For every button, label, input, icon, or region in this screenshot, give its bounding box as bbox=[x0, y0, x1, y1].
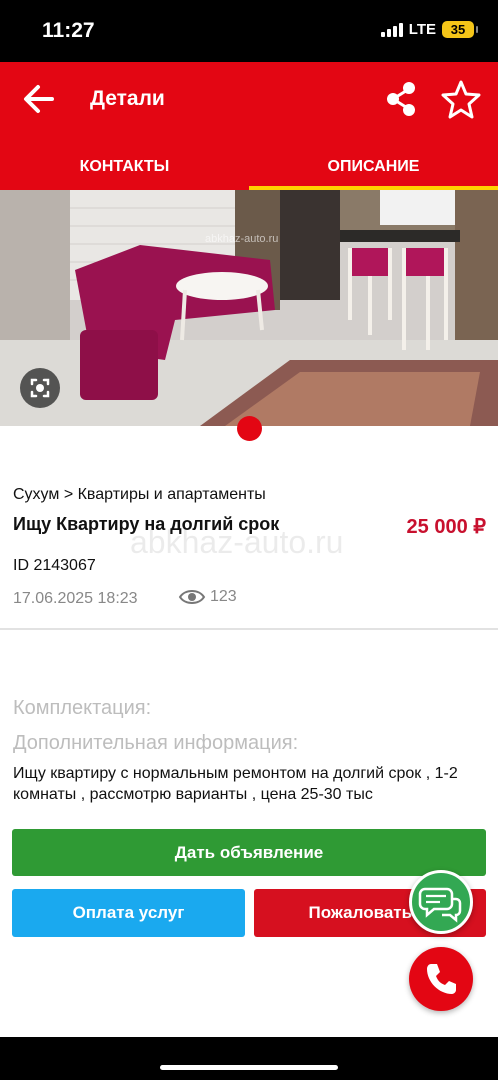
gallery-page-dot[interactable] bbox=[237, 416, 262, 441]
listing-id: ID 2143067 bbox=[13, 557, 96, 574]
bottom-system-bar bbox=[0, 1037, 498, 1080]
share-icon bbox=[387, 82, 415, 116]
listing-title: Ищу Квартиру на долгий срок bbox=[13, 514, 280, 534]
call-button[interactable] bbox=[409, 947, 473, 1011]
listing-photo[interactable]: abkhaz-auto.ru bbox=[0, 190, 498, 426]
listing-price: 25 000 ₽ bbox=[406, 516, 486, 538]
section-divider bbox=[0, 628, 498, 630]
status-bar: 11:27 LTE 35 bbox=[0, 0, 498, 62]
favorite-button[interactable] bbox=[440, 78, 482, 120]
phone-icon bbox=[427, 964, 456, 994]
post-ad-button[interactable]: Дать объявление bbox=[12, 829, 486, 876]
status-indicators: LTE 35 bbox=[380, 21, 478, 38]
views-counter: 123 bbox=[178, 588, 237, 606]
battery-icon: 35 bbox=[442, 21, 478, 38]
home-indicator[interactable] bbox=[160, 1065, 338, 1070]
equipment-label: Комплектация: bbox=[13, 697, 152, 719]
photo-watermark: abkhaz-auto.ru bbox=[205, 233, 278, 245]
views-count: 123 bbox=[210, 588, 237, 605]
image-search-button[interactable] bbox=[20, 368, 60, 408]
pay-services-button[interactable]: Оплата услуг bbox=[12, 889, 245, 937]
listing-date: 17.06.2025 18:23 bbox=[13, 590, 138, 607]
breadcrumb[interactable]: Сухум > Квартиры и апартаменты bbox=[13, 486, 266, 504]
listing-details-screen: 11:27 LTE 35 Детали КОНТАКТЫ ОПИСАНИЕ ab… bbox=[0, 0, 498, 1080]
status-time: 11:27 bbox=[42, 19, 95, 42]
arrow-left-icon bbox=[24, 85, 54, 113]
apartment-photo: abkhaz-auto.ru bbox=[0, 190, 498, 426]
tab-contacts[interactable]: КОНТАКТЫ bbox=[0, 144, 249, 190]
chat-bubbles-icon bbox=[418, 887, 462, 923]
star-outline-icon bbox=[441, 80, 481, 119]
share-button[interactable] bbox=[384, 80, 418, 118]
chat-button[interactable] bbox=[409, 870, 473, 934]
extra-info-label: Дополнительная информация: bbox=[13, 732, 299, 754]
image-search-icon bbox=[30, 378, 50, 398]
signal-icon bbox=[380, 22, 403, 37]
eye-icon bbox=[178, 590, 206, 604]
back-button[interactable] bbox=[20, 80, 58, 118]
network-type: LTE bbox=[408, 21, 436, 38]
listing-description: Ищу квартиру с нормальным ремонтом на до… bbox=[13, 765, 458, 803]
tab-description[interactable]: ОПИСАНИЕ bbox=[249, 144, 498, 190]
page-title: Детали bbox=[90, 87, 165, 110]
app-header: Детали КОНТАКТЫ ОПИСАНИЕ bbox=[0, 62, 498, 190]
